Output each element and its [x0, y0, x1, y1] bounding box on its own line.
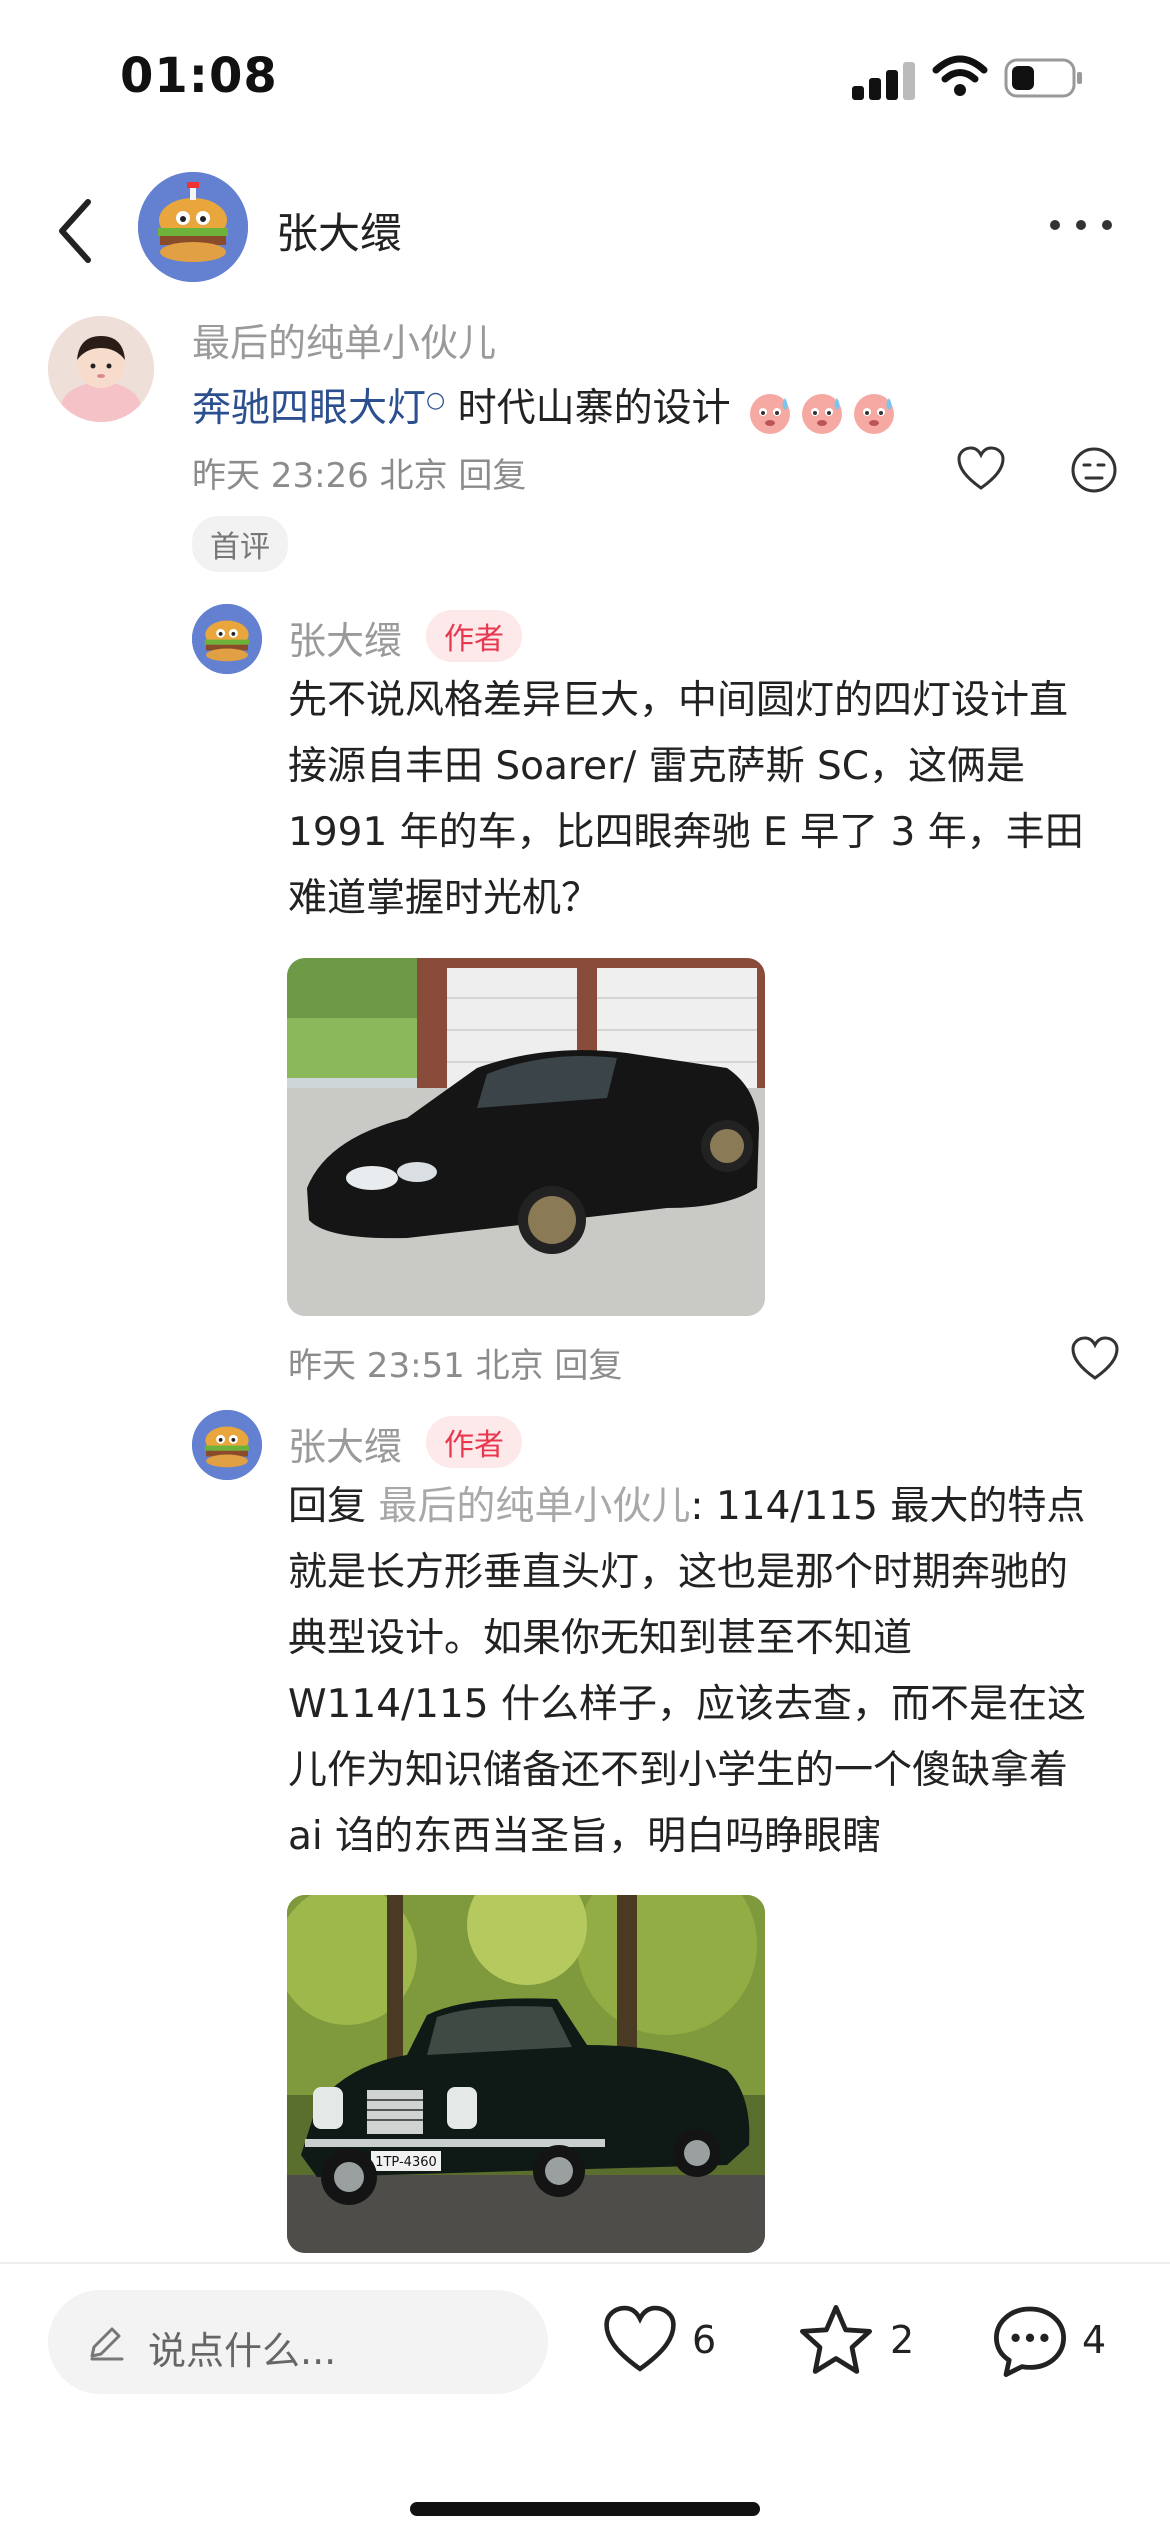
- back-icon[interactable]: [50, 196, 100, 266]
- reply-author-avatar[interactable]: [192, 604, 262, 674]
- like-count: 6: [692, 2318, 717, 2362]
- reply-username[interactable]: 张大缳: [288, 610, 402, 665]
- reply-line: 就是长方形垂直头灯，这也是那个时期奔驰的: [288, 1550, 1069, 1595]
- first-comment-badge: 首评: [192, 516, 288, 572]
- reply-body: 先不说风格差异巨大，中间圆灯的四灯设计直 接源自丰田 Soarer/ 雷克萨斯 …: [288, 668, 1128, 932]
- reply-line: W114/115 什么样子，应该去查，而不是在这: [288, 1682, 1086, 1727]
- license-plate: 1TP-4360: [375, 2155, 437, 2170]
- reply-line: 接源自丰田 Soarer/ 雷克萨斯 SC，这俩是: [288, 744, 1026, 789]
- battery-icon: [1004, 58, 1082, 98]
- author-tag: 作者: [426, 610, 522, 662]
- reply-line: ai 诌的东西当圣旨，明白吗睁眼瞎: [288, 1814, 882, 1859]
- favorite-count: 2: [890, 2318, 915, 2362]
- sweat-face-emoji-icon: [854, 393, 895, 434]
- reply-line: 典型设计。如果你无知到甚至不知道: [288, 1616, 913, 1661]
- wifi-icon: [932, 55, 988, 96]
- sweat-face-emoji-icon: [802, 393, 843, 434]
- status-time: 01:08: [120, 48, 278, 104]
- comment-meta[interactable]: 昨天 23:26 北京 回复: [192, 448, 526, 497]
- dislike-face-icon[interactable]: [1070, 446, 1118, 494]
- search-small-icon: ○: [426, 388, 446, 413]
- reply-line: 先不说风格差异巨大，中间圆灯的四灯设计直: [288, 678, 1069, 723]
- reply-body: 回复 最后的纯单小伙儿: 114/115 最大的特点 就是长方形垂直头灯，这也是…: [288, 1474, 1138, 1870]
- more-options-icon[interactable]: [1046, 210, 1116, 240]
- pencil-icon: [90, 2327, 124, 2361]
- cellular-signal-icon: [852, 60, 916, 100]
- topic-link[interactable]: 奔驰四眼大灯: [192, 386, 426, 431]
- lexus-sc-photo[interactable]: [287, 958, 765, 1316]
- reply-line: 难道掌握时光机？: [288, 876, 601, 921]
- comment-input-placeholder: 说点什么...: [148, 2329, 337, 2373]
- comment-input[interactable]: 说点什么...: [48, 2290, 548, 2394]
- sweat-face-emoji-icon: [750, 393, 791, 434]
- bottom-divider: [0, 2262, 1170, 2264]
- author-tag: 作者: [426, 1416, 522, 1468]
- home-indicator[interactable]: [410, 2502, 760, 2516]
- comment-count: 4: [1082, 2318, 1107, 2362]
- reply-line-rest: : 114/115 最大的特点: [690, 1484, 1086, 1529]
- reply-meta[interactable]: 昨天 23:51 北京 回复: [288, 1338, 622, 1387]
- like-heart-icon[interactable]: [1070, 1336, 1120, 1382]
- comment-body: 奔驰四眼大灯○ 时代山寨的设计: [192, 368, 899, 442]
- author-avatar[interactable]: [138, 172, 248, 282]
- reply-username[interactable]: 张大缳: [288, 1416, 402, 1471]
- reply-prefix: 回复: [288, 1484, 379, 1529]
- mercedes-w114-photo[interactable]: 1TP-4360: [287, 1895, 765, 2253]
- star-favorite-icon[interactable]: [796, 2302, 876, 2380]
- commenter-avatar[interactable]: [48, 316, 154, 422]
- comment-text: 时代山寨的设计: [445, 386, 731, 431]
- reply-author-avatar[interactable]: [192, 1410, 262, 1480]
- mentioned-user[interactable]: 最后的纯单小伙儿: [378, 1484, 690, 1529]
- like-heart-icon[interactable]: [956, 446, 1006, 492]
- comment-bubble-icon[interactable]: [990, 2302, 1070, 2380]
- header-title: 张大缳: [276, 209, 403, 258]
- like-heart-icon[interactable]: [602, 2304, 678, 2376]
- reply-line: 回复 最后的纯单小伙儿: 114/115 最大的特点: [288, 1474, 1138, 1540]
- commenter-username[interactable]: 最后的纯单小伙儿: [192, 312, 496, 367]
- reply-line: 1991 年的车，比四眼奔驰 E 早了 3 年，丰田: [288, 810, 1084, 855]
- reply-line: 儿作为知识储备还不到小学生的一个傻缺拿着: [288, 1748, 1069, 1793]
